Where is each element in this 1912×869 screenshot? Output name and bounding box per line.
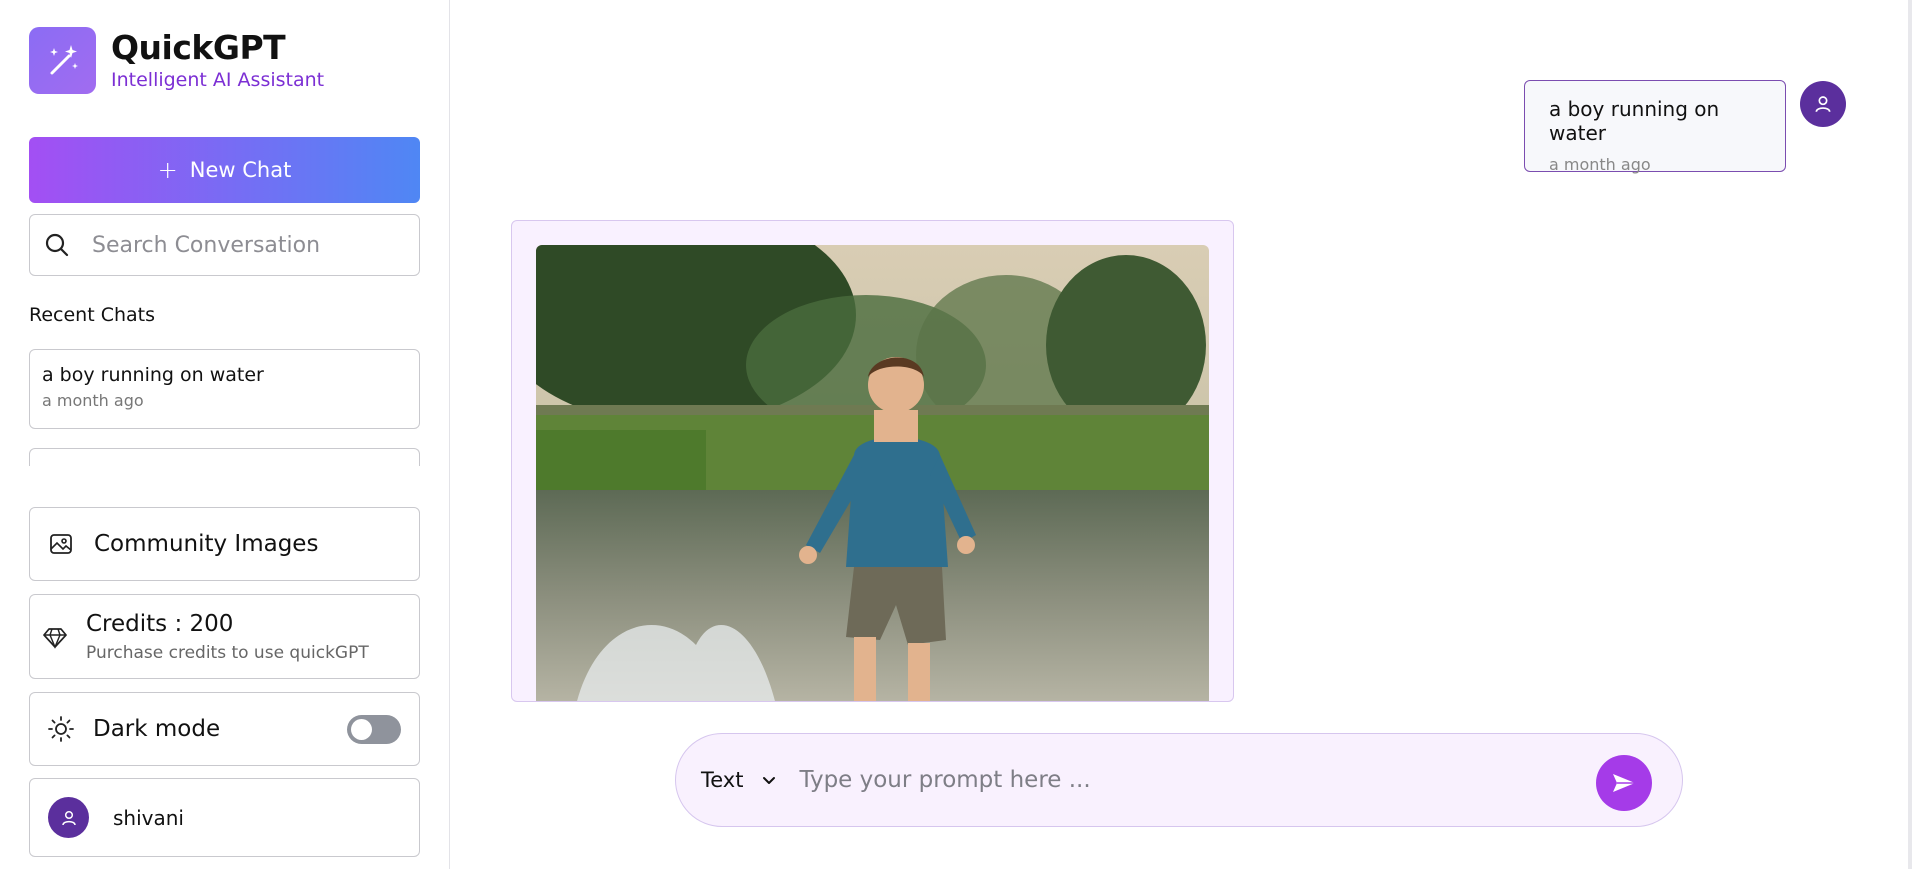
prompt-bar: Text [675,733,1683,827]
community-images-label: Community Images [94,531,319,557]
sun-icon [48,716,74,742]
recent-chat-time: a month ago [42,391,144,410]
diamond-icon [43,627,67,649]
assistant-image-message [511,220,1234,702]
mode-select-value: Text [701,768,744,792]
app-subtitle: Intelligent AI Assistant [111,68,325,91]
window-edge-scrollbar[interactable] [1908,0,1912,869]
search-icon [45,233,69,257]
mode-select[interactable]: Text [701,768,777,792]
user-avatar-icon [48,797,89,838]
new-chat-button[interactable]: + New Chat [29,137,420,203]
credits-label: Credits : 200 [86,610,234,637]
user-message-text: a boy running on water [1549,97,1720,145]
search-box [29,214,420,276]
community-images-button[interactable]: Community Images [29,507,420,581]
new-chat-label: New Chat [189,158,292,182]
chevron-down-icon [763,777,776,784]
credits-panel[interactable]: Credits : 200 Purchase credits to use qu… [29,594,420,679]
recent-chats-heading: Recent Chats [29,304,156,326]
sidebar: QuickGPT Intelligent AI Assistant + New … [0,0,450,869]
search-input[interactable] [90,231,394,259]
dark-mode-label: Dark mode [93,716,221,742]
user-message-time: a month ago [1549,155,1651,174]
brand: QuickGPT Intelligent AI Assistant [29,27,324,94]
toggle-knob [351,719,372,740]
magic-wand-icon [29,27,96,94]
dark-mode-row: Dark mode [29,692,420,766]
message-user-avatar-icon [1800,81,1846,127]
prompt-input[interactable] [797,766,1582,794]
credits-subtitle: Purchase credits to use quickGPT [86,642,369,663]
send-button[interactable] [1596,755,1652,811]
user-name: shivani [113,805,184,830]
recent-chat-title: a boy running on water [42,364,264,386]
dark-mode-toggle[interactable] [347,715,401,744]
recent-chat-item[interactable]: a boy running on water a month ago [29,349,420,429]
plus-icon: + [157,156,178,184]
app-title: QuickGPT [111,27,286,67]
generated-image[interactable] [536,245,1209,701]
recent-chat-item-partial[interactable] [29,448,420,466]
user-profile[interactable]: shivani [29,778,420,857]
user-message: a boy running on water a month ago [1524,80,1786,174]
image-icon [50,534,72,554]
generated-image-boy-running-on-water [536,245,1209,701]
send-icon [1613,774,1635,792]
